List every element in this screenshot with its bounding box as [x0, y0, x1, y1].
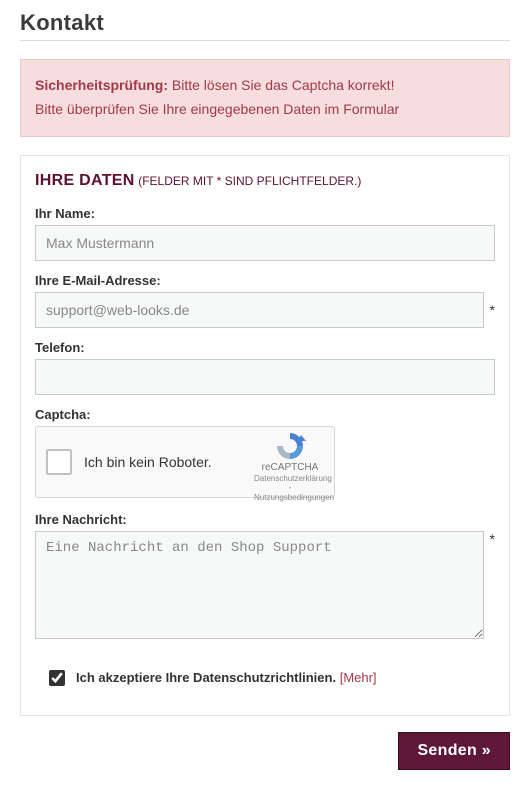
page-title: Kontakt: [20, 10, 510, 36]
recaptcha-icon: [273, 431, 307, 461]
recaptcha-branding: reCAPTCHA Datenschutzerklärung - Nutzung…: [254, 431, 326, 503]
section-title: IHRE DATEN (FELDER MIT * SIND PFLICHTFEL…: [35, 172, 495, 190]
alert-line1: Bitte lösen Sie das Captcha korrekt!: [172, 77, 395, 93]
privacy-more-link[interactable]: [Mehr]: [340, 670, 377, 685]
name-label: Ihr Name:: [35, 206, 495, 221]
privacy-checkbox[interactable]: [49, 670, 65, 686]
email-input[interactable]: [35, 292, 484, 328]
title-divider: [20, 40, 510, 41]
submit-button[interactable]: Senden »: [398, 732, 510, 770]
privacy-text: Ich akzeptiere Ihre Datenschutzrichtlini…: [76, 670, 336, 685]
message-textarea[interactable]: [35, 531, 484, 639]
alert-line2: Bitte überprüfen Sie Ihre eingegebenen D…: [35, 98, 495, 122]
phone-input[interactable]: [35, 359, 495, 395]
section-title-main: IHRE DATEN: [35, 172, 135, 189]
recaptcha-checkbox[interactable]: [46, 449, 72, 475]
message-label: Ihre Nachricht:: [35, 512, 495, 527]
phone-label: Telefon:: [35, 340, 495, 355]
captcha-label: Captcha:: [35, 407, 495, 422]
recaptcha-widget: Ich bin kein Roboter. reCAPTCHA Datensch…: [35, 426, 335, 498]
email-required-mark: *: [490, 302, 495, 318]
recaptcha-text: Ich bin kein Roboter.: [84, 454, 212, 470]
name-input[interactable]: [35, 225, 495, 261]
recaptcha-links[interactable]: Datenschutzerklärung - Nutzungsbedingung…: [254, 474, 326, 503]
section-title-note: (FELDER MIT * SIND PFLICHTFELDER.): [138, 174, 361, 188]
alert-box: Sicherheitsprüfung: Bitte lösen Sie das …: [20, 59, 510, 137]
alert-strong: Sicherheitsprüfung:: [35, 77, 168, 93]
email-label: Ihre E-Mail-Adresse:: [35, 273, 495, 288]
form-container: IHRE DATEN (FELDER MIT * SIND PFLICHTFEL…: [20, 155, 510, 716]
recaptcha-brand: reCAPTCHA: [254, 462, 326, 474]
message-required-mark: *: [490, 531, 495, 547]
